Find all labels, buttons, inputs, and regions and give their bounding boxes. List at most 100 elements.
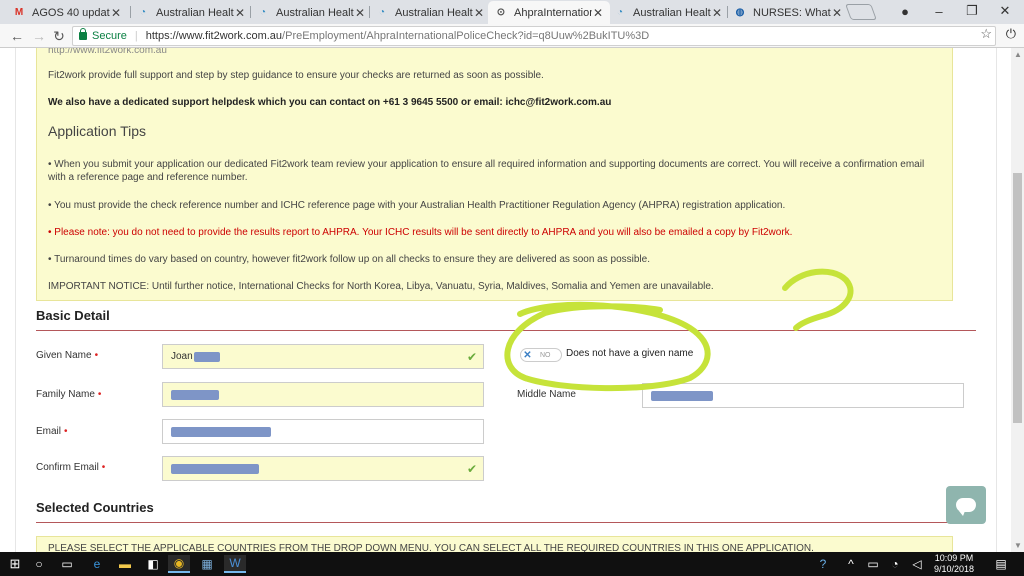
tip-confirmation: • When you submit your application our d…: [48, 159, 925, 183]
ahpra-icon: ◔: [378, 7, 386, 18]
confirm-email-field[interactable]: ✔: [162, 456, 484, 481]
selected-countries-heading: Selected Countries: [36, 500, 154, 515]
file-explorer-icon[interactable]: ▬: [114, 555, 136, 573]
basic-detail-heading: Basic Detail: [36, 308, 110, 323]
ahpra-icon: ◔: [259, 7, 267, 18]
secure-label: Secure: [92, 30, 127, 42]
windows-start-icon[interactable]: ⊞: [4, 555, 26, 573]
tip-reference: • You must provide the check reference n…: [48, 200, 786, 211]
reload-icon[interactable]: ↻: [50, 27, 68, 45]
network-icon[interactable]: ◔: [884, 555, 906, 573]
bookmark-star-icon[interactable]: ☆: [980, 26, 992, 42]
back-icon[interactable]: ←: [8, 27, 26, 45]
support-text: Fit2work provide full support and step b…: [48, 70, 544, 81]
middle-name-field[interactable]: [642, 383, 964, 408]
tab-ahpra-3[interactable]: ◔ Australian Health P ✕: [369, 1, 491, 24]
ahpra-icon: ◔: [616, 7, 624, 18]
checkmark-icon: ✔: [466, 462, 477, 476]
fit2work-icon: ⊙: [496, 7, 506, 18]
ahpra-icon: ◔: [139, 7, 147, 18]
confirm-email-label: Confirm Email •: [36, 462, 105, 473]
redaction-blur: [171, 389, 219, 400]
gmail-icon: M: [14, 7, 24, 18]
family-name-field[interactable]: [162, 382, 484, 407]
tab-gmail[interactable]: M AGOS 40 updated ✕: [6, 1, 128, 24]
page-scrollbar[interactable]: ▲ ▼: [1011, 48, 1024, 552]
url-separator: |: [134, 30, 138, 42]
email-label: Email •: [36, 426, 68, 437]
url-text: https://www.fit2work.com.au/PreEmploymen…: [146, 30, 650, 42]
forward-icon[interactable]: →: [30, 27, 48, 45]
helpdesk-text: We also have a dedicated support helpdes…: [48, 97, 612, 108]
important-notice: IMPORTANT NOTICE: Until further notice, …: [48, 281, 714, 292]
required-marker: •: [64, 426, 68, 437]
power-icon[interactable]: ⏻: [1006, 26, 1016, 42]
tip-turnaround: • Turnaround times do vary based on coun…: [48, 254, 650, 265]
tab-ahpra-1[interactable]: ◔ Australian Health P ✕: [130, 1, 252, 24]
close-icon[interactable]: ✕: [473, 6, 485, 20]
family-name-label: Family Name •: [36, 389, 101, 400]
tab-fit2work-active[interactable]: ⊙ AhpraInternational ✕: [488, 1, 610, 24]
close-icon[interactable]: ✕: [711, 6, 723, 20]
address-bar[interactable]: Secure | https://www.fit2work.com.au/Pre…: [72, 26, 996, 46]
store-icon[interactable]: ◧: [142, 555, 164, 573]
notification-icon[interactable]: ▤: [990, 555, 1012, 573]
chrome-icon[interactable]: ◉: [168, 555, 190, 573]
no-given-name-label: Does not have a given name: [566, 348, 694, 359]
given-name-value: Joan: [171, 351, 193, 362]
page-viewport: http://www.fit2work.com.au Fit2work prov…: [0, 48, 1011, 552]
new-tab-button[interactable]: [845, 4, 877, 20]
tab-nurses[interactable]: ◍ NURSES: What you ✕: [727, 1, 849, 24]
battery-icon[interactable]: ▭: [862, 555, 884, 573]
countries-instruction: PLEASE SELECT THE APPLICABLE COUNTRIES F…: [48, 543, 814, 552]
tab-label: NURSES: What you: [753, 6, 831, 19]
close-icon[interactable]: ✕: [592, 6, 604, 20]
browser-tab-strip: M AGOS 40 updated ✕ ◔ Australian Health …: [0, 0, 1024, 24]
help-icon[interactable]: ?: [812, 555, 834, 573]
checkmark-icon: ✔: [466, 350, 477, 364]
section-divider: [36, 522, 976, 523]
cutoff-link[interactable]: http://www.fit2work.com.au: [48, 48, 943, 57]
close-icon[interactable]: ✕: [354, 6, 366, 20]
edge-icon[interactable]: e: [86, 555, 108, 573]
volume-icon[interactable]: ◁: [906, 555, 928, 573]
restore-icon[interactable]: ❐: [955, 0, 989, 22]
redaction-blur: [171, 463, 259, 474]
tab-label: AGOS 40 updated: [32, 6, 110, 19]
required-marker: •: [101, 462, 106, 473]
close-icon[interactable]: ✕: [110, 6, 122, 20]
close-icon[interactable]: ✕: [234, 6, 246, 20]
browser-toolbar: ← → ↻ Secure | https://www.fit2work.com.…: [0, 24, 1024, 48]
minimize-icon[interactable]: –: [922, 0, 956, 22]
calculator-icon[interactable]: ▦: [196, 555, 218, 573]
scroll-thumb[interactable]: [1013, 173, 1022, 423]
chat-button[interactable]: [946, 486, 986, 524]
globe-icon: ◍: [735, 7, 745, 18]
url-path: /PreEmployment/AhpraInternationalPoliceC…: [282, 30, 650, 42]
info-box: http://www.fit2work.com.au Fit2work prov…: [36, 48, 953, 301]
url-host: https://www.fit2work.com.au: [145, 30, 283, 42]
chevron-up-icon[interactable]: ^: [840, 555, 862, 573]
tab-ahpra-2[interactable]: ◔ Australian Health P ✕: [250, 1, 372, 24]
tab-label: Australian Health P: [633, 6, 711, 19]
redaction-blur: [651, 390, 713, 401]
task-view-icon[interactable]: ▭: [56, 555, 78, 573]
close-icon[interactable]: ✕: [831, 6, 843, 20]
word-icon[interactable]: W: [224, 555, 246, 573]
section-divider: [36, 330, 976, 331]
tab-ahpra-4[interactable]: ◔ Australian Health P ✕: [607, 1, 729, 24]
clock-time: 10:09 PM: [934, 553, 974, 563]
profile-icon[interactable]: ●: [888, 0, 922, 22]
window-close-icon[interactable]: ✕: [988, 0, 1022, 22]
given-name-field[interactable]: Joan ✔: [162, 344, 484, 369]
no-given-name-toggle[interactable]: ✕ NO: [520, 348, 562, 362]
scroll-up-icon[interactable]: ▲: [1014, 50, 1022, 59]
given-name-label-text: Given Name: [36, 350, 92, 361]
system-clock[interactable]: 10:09 PM 9/10/2018: [932, 553, 976, 575]
scroll-down-icon[interactable]: ▼: [1014, 541, 1022, 550]
search-icon[interactable]: ○: [28, 555, 50, 573]
tips-heading: Application Tips: [48, 123, 147, 139]
email-field[interactable]: [162, 419, 484, 444]
tab-label: AhpraInternational: [514, 6, 592, 19]
required-marker: •: [94, 350, 99, 361]
